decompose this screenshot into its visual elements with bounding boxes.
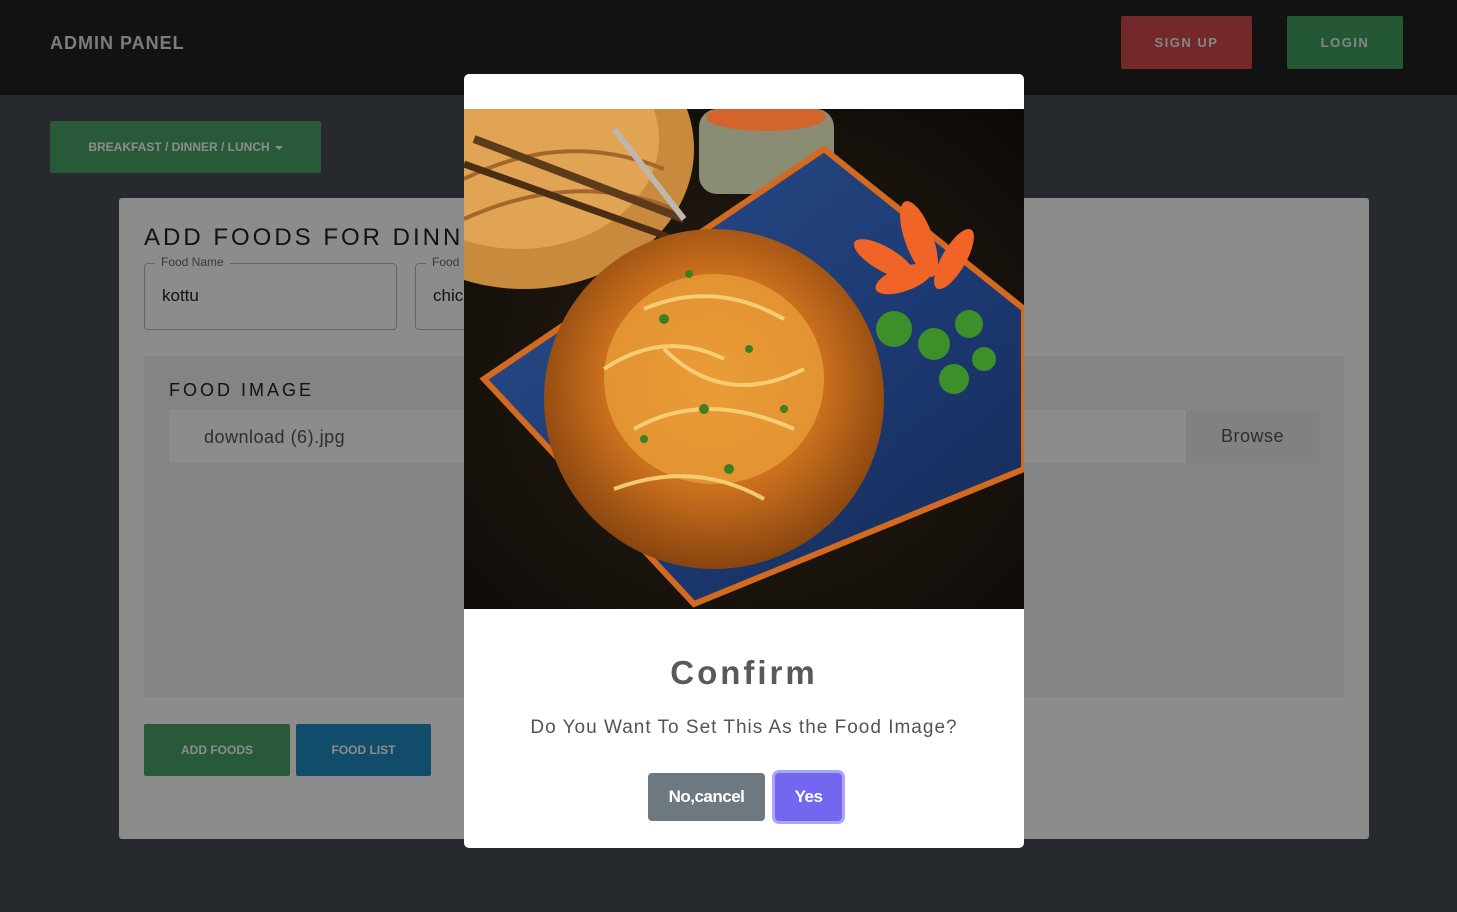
dialog-title: Confirm: [670, 654, 818, 691]
confirm-dialog: Confirm Do You Want To Set This As the F…: [464, 74, 1024, 848]
confirm-yes-button[interactable]: Yes: [775, 773, 842, 821]
cancel-button[interactable]: No,cancel: [648, 773, 765, 821]
dialog-message: Do You Want To Set This As the Food Imag…: [530, 717, 958, 738]
food-photo: [464, 109, 1024, 609]
